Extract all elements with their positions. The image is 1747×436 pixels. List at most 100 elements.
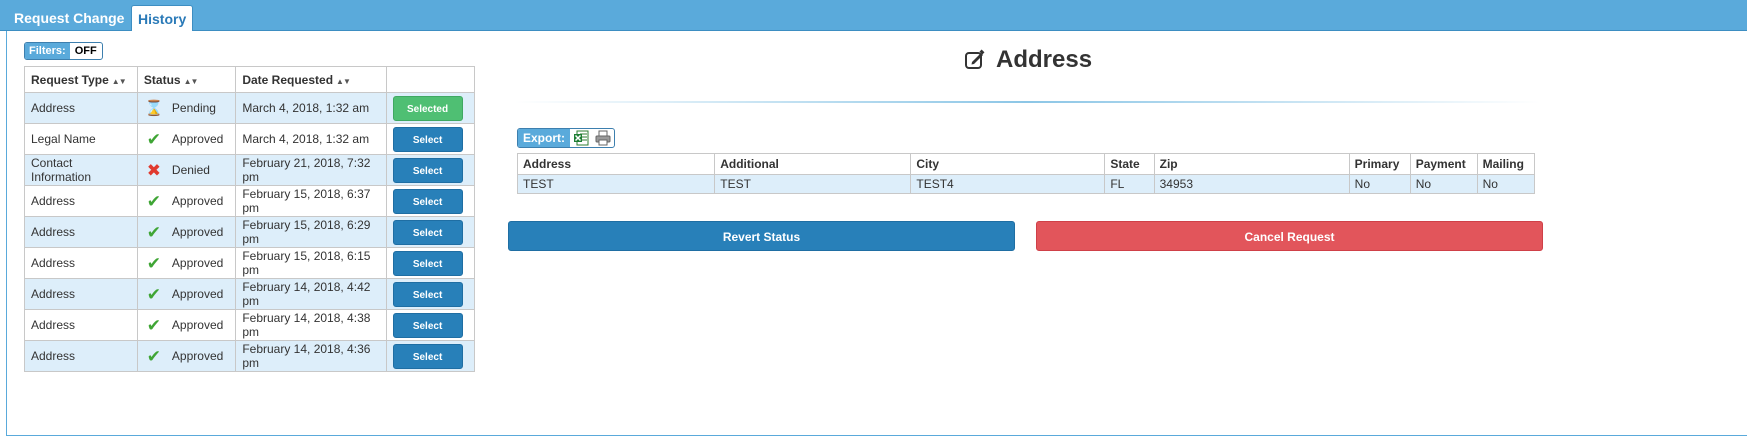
tab-history[interactable]: History [131, 5, 194, 32]
address-cell-payment: No [1409, 174, 1478, 194]
status-text: Approved [171, 287, 224, 301]
action-cell: Select [385, 154, 476, 186]
column-header-primary: Primary [1348, 153, 1411, 175]
hourglass-icon: ⌛ [144, 99, 164, 117]
column-header-payment: Payment [1409, 153, 1478, 175]
address-detail-table: Address Additional City State Zip Primary Paym… [516, 153, 1536, 194]
table-row[interactable]: Address ✔ Approved February 15, 2018, 6:29 … [24, 216, 476, 248]
table-row[interactable]: Address ✔ Approved February 14, 2018, 4:38 … [24, 309, 476, 341]
table-row[interactable]: Address ✔ Approved February 14, 2018, 4:42 … [24, 278, 476, 310]
column-header-mailing: Mailing [1476, 153, 1536, 175]
request-type-cell: Address [24, 340, 138, 372]
export-toolbar: Export: [517, 128, 615, 148]
request-type-cell: Address [24, 92, 138, 124]
filters-label: Filters: [25, 43, 70, 59]
address-cell-primary: No [1348, 174, 1411, 194]
selected-button[interactable]: Selected [392, 95, 463, 121]
address-cell-city: TEST4 [910, 174, 1106, 194]
sort-icon[interactable]: ▲▼ [184, 77, 199, 86]
column-header-city: City [910, 153, 1106, 175]
select-button[interactable]: Select [392, 343, 463, 369]
checkmark-icon: ✔ [146, 315, 162, 335]
excel-icon[interactable] [570, 129, 592, 147]
requests-table: Request Type ▲▼ Status ▲▼ Date Requested ▲▼… [24, 66, 476, 372]
select-button[interactable]: Select [392, 312, 463, 338]
column-header-additional: Additional [714, 153, 912, 175]
table-row[interactable]: Address ✔ Approved February 15, 2018, 6:37 … [24, 185, 476, 217]
status-cell: ✔ Approved [136, 216, 237, 248]
request-type-cell: Contact Information [24, 154, 138, 186]
table-row[interactable]: Address ✔ Approved February 14, 2018, 4:36 … [24, 340, 476, 372]
status-text: Denied [171, 163, 210, 177]
checkmark-icon: ✔ [146, 129, 162, 149]
export-label: Export: [518, 129, 570, 147]
column-header-zip: Zip [1153, 153, 1350, 175]
select-button[interactable]: Select [392, 281, 463, 307]
status-cell: ✖ Denied [136, 154, 237, 186]
action-cell: Select [385, 123, 476, 155]
status-cell: ✔ Approved [136, 185, 237, 217]
checkmark-icon: ✔ [146, 284, 162, 304]
sort-icon[interactable]: ▲▼ [336, 77, 351, 86]
action-cell: Select [385, 278, 476, 310]
tab-request-change[interactable]: Request Change [8, 5, 130, 32]
date-requested-cell: February 14, 2018, 4:42 pm [235, 278, 387, 310]
revert-status-button[interactable]: Revert Status [508, 221, 1015, 251]
filters-toggle[interactable]: Filters: OFF [24, 42, 103, 60]
action-cell: Select [385, 185, 476, 217]
status-cell: ⌛ Pending [136, 92, 237, 124]
column-header-address: Address [516, 153, 716, 175]
edit-icon [964, 49, 986, 71]
table-row: TEST TEST TEST4 FL 34953 No No No [516, 174, 1536, 194]
status-cell: ✔ Approved [136, 278, 237, 310]
action-cell: Select [385, 309, 476, 341]
select-button[interactable]: Select [392, 219, 463, 245]
status-text: Approved [171, 225, 224, 239]
sort-icon[interactable]: ▲▼ [112, 77, 127, 86]
action-cell: Select [385, 340, 476, 372]
filters-state[interactable]: OFF [70, 43, 102, 59]
select-button[interactable]: Select [392, 126, 463, 152]
title-divider [515, 101, 1540, 103]
address-cell-mailing: No [1476, 174, 1536, 194]
status-text: Pending [171, 101, 216, 115]
action-cell: Selected [385, 92, 476, 124]
column-header-state: State [1104, 153, 1155, 175]
checkmark-icon: ✔ [146, 346, 162, 366]
address-cell-address: TEST [516, 174, 716, 194]
request-type-cell: Address [24, 216, 138, 248]
status-text: Approved [171, 256, 224, 270]
top-tab-bar: Request Change History [0, 0, 1747, 32]
cancel-request-button[interactable]: Cancel Request [1036, 221, 1543, 251]
request-type-cell: Address [24, 247, 138, 279]
table-row[interactable]: Address ⌛ Pending March 4, 2018, 1:32 am Sel… [24, 92, 476, 124]
date-requested-cell: February 15, 2018, 6:15 pm [235, 247, 387, 279]
date-requested-cell: February 15, 2018, 6:29 pm [235, 216, 387, 248]
table-row[interactable]: Legal Name ✔ Approved March 4, 2018, 1:32 a… [24, 123, 476, 155]
action-cell: Select [385, 247, 476, 279]
checkmark-icon: ✔ [146, 222, 162, 242]
table-row[interactable]: Contact Information ✖ Denied February 21, 2… [24, 154, 476, 186]
status-cell: ✔ Approved [136, 309, 237, 341]
print-icon[interactable] [592, 129, 614, 147]
select-button[interactable]: Select [392, 188, 463, 214]
column-header-status[interactable]: Status ▲▼ [136, 66, 237, 93]
date-requested-cell: March 4, 2018, 1:32 am [235, 123, 387, 155]
request-type-cell: Address [24, 309, 138, 341]
date-requested-cell: February 21, 2018, 7:32 pm [235, 154, 387, 186]
status-cell: ✔ Approved [136, 340, 237, 372]
checkmark-icon: ✔ [146, 191, 162, 211]
address-cell-additional: TEST [714, 174, 912, 194]
status-cell: ✔ Approved [136, 247, 237, 279]
date-requested-cell: February 14, 2018, 4:38 pm [235, 309, 387, 341]
select-button[interactable]: Select [392, 157, 463, 183]
column-header-request-type[interactable]: Request Type ▲▼ [24, 66, 138, 93]
column-header-date-requested[interactable]: Date Requested ▲▼ [235, 66, 387, 93]
status-text: Approved [171, 194, 224, 208]
request-type-cell: Address [24, 278, 138, 310]
action-cell: Select [385, 216, 476, 248]
table-row[interactable]: Address ✔ Approved February 15, 2018, 6:15 … [24, 247, 476, 279]
select-button[interactable]: Select [392, 250, 463, 276]
status-text: Approved [171, 349, 224, 363]
date-requested-cell: February 15, 2018, 6:37 pm [235, 185, 387, 217]
